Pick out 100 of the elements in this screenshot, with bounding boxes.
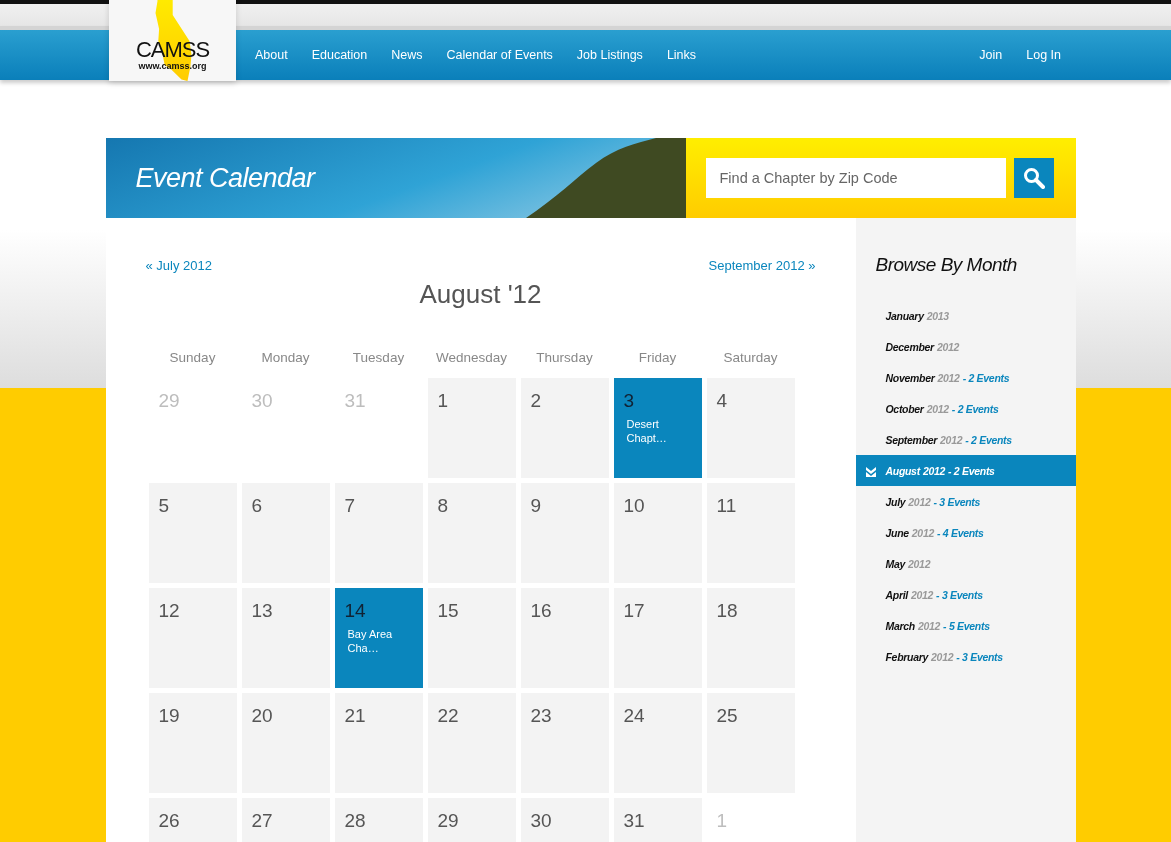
event-count: - 3 Events: [933, 495, 981, 508]
next-month-link[interactable]: September 2012 »: [708, 258, 816, 273]
month-title: August '12: [418, 279, 543, 311]
day-number: 20: [251, 705, 274, 727]
day-number: 29: [437, 810, 460, 832]
event-day-cell[interactable]: 3 Desert Chapt…: [613, 378, 702, 478]
month-year: 2012: [908, 495, 931, 508]
month-name: October: [885, 402, 924, 415]
day-number: 4: [716, 390, 729, 412]
event-day-cell[interactable]: 14 Bay Area Cha…: [334, 588, 423, 688]
day-number: 28: [344, 810, 367, 832]
month-name: August: [885, 464, 920, 477]
month-item[interactable]: April 2012 - 3 Events: [855, 579, 1076, 610]
month-name: July: [885, 495, 906, 508]
zip-search-field[interactable]: Find a Chapter by Zip Code: [705, 158, 1006, 198]
event-count: - 2 Events: [948, 464, 995, 477]
month-item[interactable]: July 2012 - 3 Events: [855, 486, 1076, 517]
day-number: 12: [158, 600, 181, 622]
search-icon: [1022, 167, 1045, 189]
day-number: 3: [623, 390, 636, 412]
event-link[interactable]: Bay Area Cha…: [347, 627, 413, 656]
browse-title: Browse By Month: [875, 254, 1018, 276]
day-number: 25: [716, 705, 739, 727]
day-number: 30: [530, 810, 553, 832]
day-number: 31: [623, 810, 646, 832]
day-number: 9: [530, 495, 543, 517]
event-count: - 2 Events: [951, 402, 999, 415]
month-year: 2012: [936, 340, 960, 353]
day-number: 22: [437, 705, 460, 727]
day-number: 10: [623, 495, 646, 517]
nav-link[interactable]: Job Listings: [564, 48, 655, 62]
day-number: 2: [530, 390, 543, 412]
month-name: March: [885, 619, 915, 632]
month-year: 2012: [910, 588, 934, 601]
day-number: 27: [251, 810, 274, 832]
month-item[interactable]: September 2012 - 2 Events: [855, 424, 1076, 455]
day-number: 15: [437, 600, 460, 622]
month-item[interactable]: May 2012: [855, 548, 1076, 579]
day-number: 7: [344, 495, 357, 517]
day-number: 18: [716, 600, 739, 622]
weekday-label: Monday: [260, 350, 311, 367]
weekday-label: Friday: [637, 350, 678, 367]
month-name: September: [885, 433, 938, 446]
day-number: 26: [158, 810, 181, 832]
day-number: 29: [158, 390, 181, 412]
weekday-label: Thursday: [535, 350, 594, 367]
nav-link[interactable]: Links: [654, 48, 709, 62]
day-number: 24: [623, 705, 646, 727]
month-year: 2012: [908, 557, 931, 570]
month-year: 2012: [931, 650, 954, 663]
day-number: 30: [251, 390, 274, 412]
weekday-label: Saturday: [722, 350, 779, 367]
day-number: 1: [716, 810, 729, 832]
chevron-icon: [864, 465, 877, 477]
weekday-label: Wednesday: [434, 350, 508, 367]
month-year: 2012: [911, 526, 934, 539]
account-link[interactable]: Join: [967, 48, 1015, 62]
event-count: - 3 Events: [936, 588, 983, 601]
nav-link[interactable]: Calendar of Events: [434, 48, 565, 62]
event-count: - 3 Events: [956, 650, 1003, 663]
day-number: 21: [344, 705, 367, 727]
day-number: 16: [530, 600, 553, 622]
day-number: 31: [344, 390, 367, 412]
day-number: 8: [437, 495, 450, 517]
month-year: 2013: [926, 309, 949, 322]
event-link[interactable]: Desert Chapt…: [626, 417, 692, 446]
day-number: 5: [158, 495, 171, 517]
month-year: 2012: [917, 619, 941, 632]
month-name: December: [885, 340, 934, 353]
month-year: 2012: [937, 371, 960, 384]
month-item[interactable]: December 2012: [855, 331, 1076, 362]
day-number: 6: [251, 495, 264, 517]
page-title: Event Calendar: [135, 162, 315, 194]
month-name: April: [885, 588, 908, 601]
month-item[interactable]: February 2012 - 3 Events: [855, 641, 1076, 672]
previous-month-link[interactable]: « July 2012: [145, 258, 212, 273]
day-number: 23: [530, 705, 553, 727]
month-year: 2012: [940, 433, 963, 446]
day-number: 14: [344, 600, 367, 622]
weekday-label: Sunday: [168, 350, 217, 367]
day-number: 17: [623, 600, 646, 622]
month-item[interactable]: March 2012 - 5 Events: [855, 610, 1076, 641]
month-name: January: [885, 309, 924, 322]
event-count: - 2 Events: [962, 371, 1010, 384]
day-number: 1: [437, 390, 450, 412]
nav-link[interactable]: About: [243, 48, 300, 62]
day-number: 11: [716, 495, 738, 517]
month-name: May: [885, 557, 906, 570]
day-number: 19: [158, 705, 181, 727]
month-name: February: [885, 650, 929, 663]
event-count: - 2 Events: [965, 433, 1012, 446]
month-item[interactable]: August 2012 - 2 Events: [855, 455, 1076, 486]
account-link[interactable]: Log In: [1014, 48, 1073, 62]
nav-link[interactable]: News: [379, 48, 435, 62]
search-button[interactable]: [1013, 158, 1054, 198]
month-year: 2012: [926, 402, 949, 415]
event-count: - 4 Events: [937, 526, 984, 539]
month-item[interactable]: June 2012 - 4 Events: [855, 517, 1076, 548]
nav-link[interactable]: Education: [299, 48, 380, 62]
day-number: 13: [251, 600, 274, 622]
